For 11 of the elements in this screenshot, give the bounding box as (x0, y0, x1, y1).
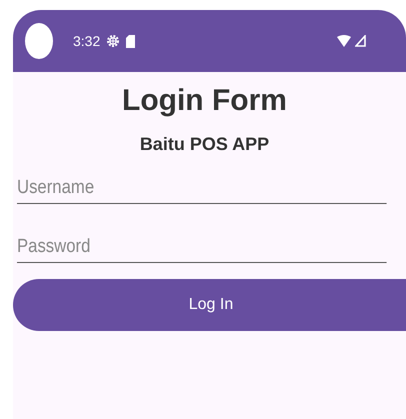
wifi-icon (337, 35, 351, 47)
input-field[interactable]: Password (17, 232, 387, 263)
form-title: Login Form (121, 84, 288, 118)
gear-icon (106, 34, 120, 48)
sd-card-icon (126, 34, 136, 48)
login-button[interactable]: Log In (13, 279, 406, 331)
input-field[interactable]: Username (17, 173, 387, 204)
signal-icon (355, 35, 366, 47)
camera-cutout (25, 23, 53, 59)
app-name: Baitu POS APP (138, 134, 270, 155)
status-time: 3:32 (73, 33, 100, 49)
